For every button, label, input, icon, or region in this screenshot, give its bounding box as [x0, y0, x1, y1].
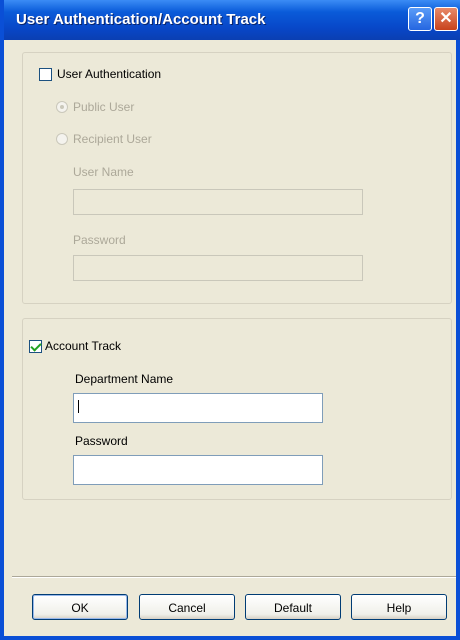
ok-button[interactable]: OK [32, 594, 128, 620]
user-authentication-group: User Authentication Public User Recipien… [22, 52, 452, 304]
user-authentication-checkbox[interactable] [39, 68, 52, 81]
help-button[interactable]: Help [351, 594, 447, 620]
account-password-field[interactable] [73, 455, 323, 485]
department-name-input[interactable] [74, 394, 322, 422]
department-name-field[interactable] [73, 393, 323, 423]
user-name-label: User Name [73, 165, 134, 179]
text-caret [78, 400, 79, 413]
account-track-checkbox[interactable] [29, 340, 42, 353]
user-password-label: Password [73, 233, 126, 247]
title-bar[interactable]: User Authentication/Account Track ? ✕ [4, 0, 460, 40]
public-user-label: Public User [73, 100, 135, 114]
window-title: User Authentication/Account Track [16, 11, 266, 28]
cancel-button[interactable]: Cancel [139, 594, 235, 620]
department-name-label: Department Name [75, 372, 174, 386]
user-authentication-label: User Authentication [57, 67, 162, 81]
user-password-input[interactable] [74, 256, 362, 280]
account-track-group: Account Track Department Name Password [22, 318, 452, 500]
account-password-input[interactable] [74, 456, 322, 484]
account-track-label: Account Track [45, 339, 122, 353]
user-password-field[interactable] [73, 255, 363, 281]
footer-divider [12, 576, 456, 578]
close-icon[interactable]: ✕ [434, 7, 458, 31]
dialog-body: User Authentication Public User Recipien… [8, 40, 460, 636]
user-name-input[interactable] [74, 190, 362, 214]
recipient-user-radio[interactable] [56, 133, 68, 145]
default-button[interactable]: Default [245, 594, 341, 620]
public-user-radio[interactable] [56, 101, 68, 113]
help-icon[interactable]: ? [408, 7, 432, 31]
recipient-user-label: Recipient User [73, 132, 152, 146]
dialog-window: User Authentication/Account Track ? ✕ Us… [0, 0, 460, 640]
user-name-field[interactable] [73, 189, 363, 215]
account-password-label: Password [75, 434, 128, 448]
